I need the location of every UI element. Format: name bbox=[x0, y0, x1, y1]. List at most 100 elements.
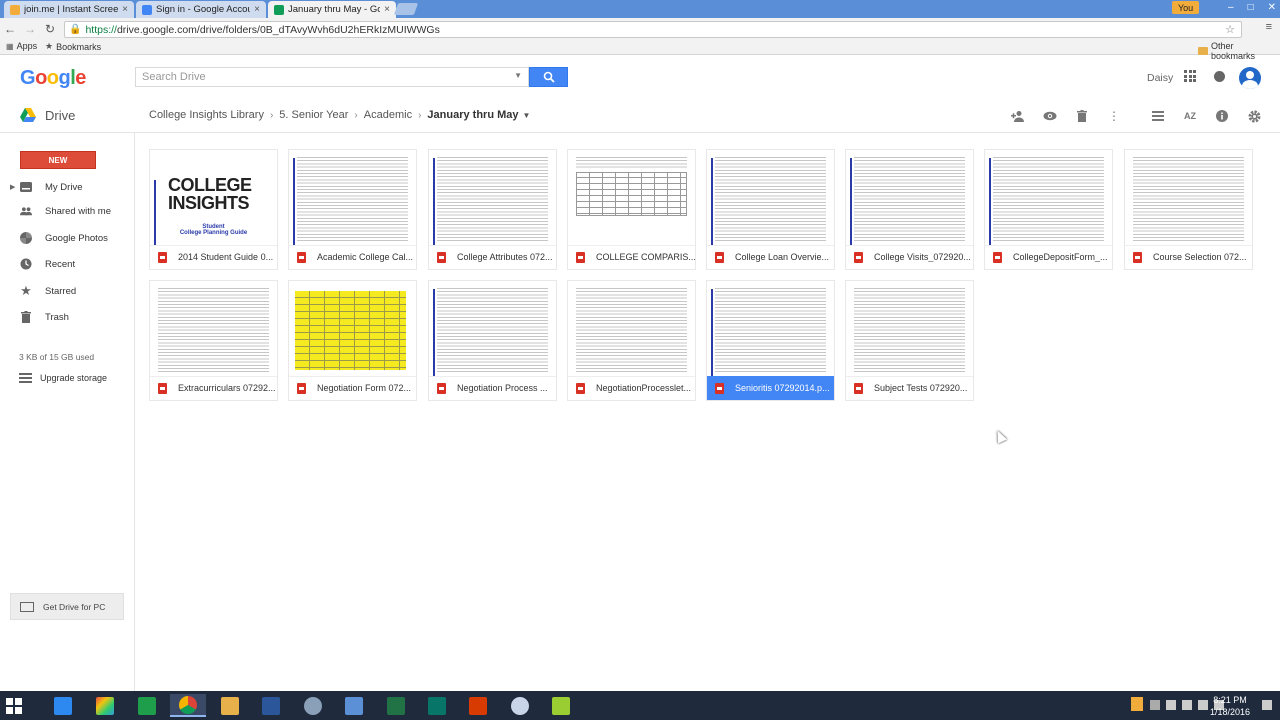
close-tab-icon[interactable]: × bbox=[254, 4, 260, 15]
file-name-label[interactable]: College Loan Overvie... bbox=[707, 245, 834, 269]
file-card[interactable]: COLLEGE INSIGHTS Student College Planning G… bbox=[149, 149, 278, 270]
taskbar-notepad-icon[interactable] bbox=[336, 694, 372, 717]
sidebar-item-shared[interactable]: Shared with me bbox=[0, 201, 134, 221]
file-card[interactable]: Senioritis 07292014.p... bbox=[706, 280, 835, 401]
file-name-label[interactable]: Academic College Cal... bbox=[289, 245, 416, 269]
taskbar-app-icon[interactable] bbox=[543, 694, 579, 717]
avatar[interactable] bbox=[1239, 67, 1261, 89]
file-card[interactable]: COLLEGE COMPARIS... bbox=[567, 149, 696, 270]
file-name-label[interactable]: College Attributes 072... bbox=[429, 245, 556, 269]
file-name-label[interactable]: 2014 Student Guide 0... bbox=[150, 245, 277, 269]
settings-gear-icon[interactable] bbox=[1246, 108, 1262, 124]
tray-battery-icon[interactable] bbox=[1182, 700, 1192, 710]
bookmark-bookmarks[interactable]: ★ Bookmarks bbox=[45, 41, 101, 52]
file-card[interactable]: Negotiation Process ... bbox=[428, 280, 557, 401]
search-drive-input[interactable]: Search Drive ▼ bbox=[135, 67, 529, 87]
file-card[interactable]: Course Selection 072... bbox=[1124, 149, 1253, 270]
delete-trash-icon[interactable] bbox=[1074, 108, 1090, 124]
current-folder[interactable]: January thru May bbox=[427, 109, 518, 121]
back-arrow-icon[interactable]: ← bbox=[0, 22, 20, 36]
file-name-label[interactable]: Negotiation Form 072... bbox=[289, 376, 416, 400]
taskbar-app-icon[interactable] bbox=[129, 694, 165, 717]
minimize-icon[interactable]: – bbox=[1228, 2, 1234, 13]
expand-arrow-icon[interactable]: ▶ bbox=[10, 183, 15, 191]
sidebar-item-trash[interactable]: Trash bbox=[0, 307, 134, 327]
tray-up-arrow-icon[interactable] bbox=[1150, 700, 1160, 710]
google-apps-icon[interactable] bbox=[1184, 70, 1196, 82]
file-card[interactable]: NegotiationProcesslet... bbox=[567, 280, 696, 401]
chevron-down-icon[interactable]: ▼ bbox=[523, 111, 531, 120]
file-name-label[interactable]: Senioritis 07292014.p... bbox=[707, 376, 834, 400]
browser-tab-signin[interactable]: Sign in - Google Accounts × bbox=[136, 1, 266, 18]
breadcrumb-item[interactable]: College Insights Library bbox=[149, 109, 264, 121]
file-card[interactable]: College Loan Overvie... bbox=[706, 149, 835, 270]
drive-logo-icon[interactable] bbox=[20, 108, 36, 122]
file-name-label[interactable]: Course Selection 072... bbox=[1125, 245, 1252, 269]
file-name-label[interactable]: Negotiation Process ... bbox=[429, 376, 556, 400]
maximize-icon[interactable]: □ bbox=[1248, 2, 1254, 13]
drive-title[interactable]: Drive bbox=[45, 108, 75, 123]
bookmark-star-icon[interactable]: ☆ bbox=[1225, 23, 1235, 36]
file-name-label[interactable]: NegotiationProcesslet... bbox=[568, 376, 695, 400]
file-name-label[interactable]: College Visits_072920... bbox=[846, 245, 973, 269]
user-name[interactable]: Daisy bbox=[1147, 72, 1173, 84]
taskbar-clock[interactable]: 8:21 PM 1/18/2016 bbox=[1210, 694, 1250, 718]
forward-arrow-icon[interactable]: → bbox=[20, 22, 40, 36]
taskbar-excel-icon[interactable] bbox=[378, 694, 414, 717]
get-drive-for-pc-button[interactable]: Get Drive for PC bbox=[10, 593, 124, 620]
file-card[interactable]: College Visits_072920... bbox=[845, 149, 974, 270]
file-card[interactable]: CollegeDepositForm_... bbox=[984, 149, 1113, 270]
sidebar-item-recent[interactable]: Recent bbox=[0, 254, 134, 274]
file-card[interactable]: College Attributes 072... bbox=[428, 149, 557, 270]
file-card[interactable]: Subject Tests 072920... bbox=[845, 280, 974, 401]
file-name-label[interactable]: Extracurriculars 07292... bbox=[150, 376, 277, 400]
taskbar-app-icon[interactable] bbox=[45, 694, 81, 717]
taskbar-word-icon[interactable] bbox=[253, 694, 289, 717]
chrome-menu-icon[interactable]: ≡ bbox=[1266, 21, 1272, 33]
more-vertical-icon[interactable]: ⋮ bbox=[1106, 108, 1122, 124]
breadcrumb-item[interactable]: Academic bbox=[364, 109, 412, 121]
bookmark-apps[interactable]: ▦ Apps bbox=[6, 41, 37, 51]
notifications-icon[interactable] bbox=[1214, 71, 1225, 82]
chrome-user-badge[interactable]: You bbox=[1172, 1, 1200, 14]
address-bar[interactable]: 🔒 https://drive.google.com/drive/folders… bbox=[64, 21, 1242, 38]
close-tab-icon[interactable]: × bbox=[384, 4, 390, 15]
tray-network-icon[interactable] bbox=[1166, 700, 1176, 710]
share-person-icon[interactable] bbox=[1010, 108, 1026, 124]
search-button[interactable] bbox=[529, 67, 568, 87]
new-tab-button[interactable] bbox=[393, 3, 419, 15]
file-name-label[interactable]: Subject Tests 072920... bbox=[846, 376, 973, 400]
file-name-label[interactable]: CollegeDepositForm_... bbox=[985, 245, 1112, 269]
close-tab-icon[interactable]: × bbox=[122, 4, 128, 15]
tray-notifications-icon[interactable] bbox=[1262, 700, 1272, 710]
tray-volume-icon[interactable] bbox=[1198, 700, 1208, 710]
close-window-icon[interactable]: ✕ bbox=[1268, 2, 1276, 13]
breadcrumb-item[interactable]: 5. Senior Year bbox=[279, 109, 348, 121]
sort-az-icon[interactable]: AZ bbox=[1182, 108, 1198, 124]
upgrade-storage-link[interactable]: Upgrade storage bbox=[19, 373, 107, 383]
tray-joinme-icon[interactable] bbox=[1131, 697, 1143, 711]
sidebar-item-starred[interactable]: ★ Starred bbox=[0, 281, 134, 301]
search-options-chevron-icon[interactable]: ▼ bbox=[514, 71, 522, 80]
info-icon[interactable] bbox=[1214, 108, 1230, 124]
file-card[interactable]: Extracurriculars 07292... bbox=[149, 280, 278, 401]
list-view-icon[interactable] bbox=[1150, 108, 1166, 124]
taskbar-app-icon[interactable] bbox=[87, 694, 123, 717]
taskbar-office-icon[interactable] bbox=[460, 694, 496, 717]
taskbar-chrome-icon[interactable] bbox=[170, 694, 206, 717]
google-logo[interactable]: Google bbox=[20, 67, 86, 90]
taskbar-itunes-icon[interactable] bbox=[502, 694, 538, 717]
taskbar-explorer-icon[interactable] bbox=[212, 694, 248, 717]
browser-tab-drive[interactable]: January thru May - Google × bbox=[268, 1, 396, 18]
browser-tab-joinme[interactable]: join.me | Instant Screen Sh × bbox=[4, 1, 134, 18]
windows-start-icon[interactable] bbox=[6, 698, 22, 714]
reload-icon[interactable]: ↻ bbox=[40, 22, 60, 36]
file-card[interactable]: Academic College Cal... bbox=[288, 149, 417, 270]
taskbar-publisher-icon[interactable] bbox=[419, 694, 455, 717]
taskbar-app-icon[interactable] bbox=[295, 694, 331, 717]
new-button[interactable]: NEW bbox=[20, 151, 96, 169]
sidebar-item-my-drive[interactable]: ▶ My Drive bbox=[0, 177, 134, 197]
preview-eye-icon[interactable] bbox=[1042, 108, 1058, 124]
file-name-label[interactable]: COLLEGE COMPARIS... bbox=[568, 245, 695, 269]
sidebar-item-photos[interactable]: Google Photos bbox=[0, 228, 134, 248]
